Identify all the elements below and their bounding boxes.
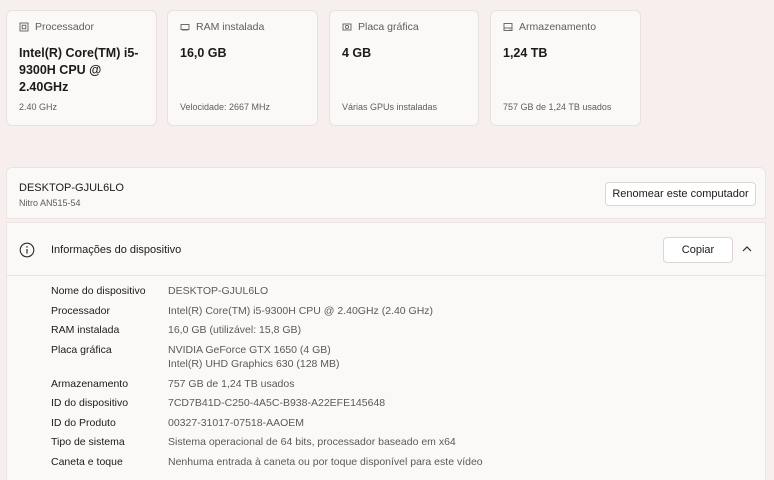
spec-key: RAM instalada <box>51 324 120 336</box>
device-name-bar: DESKTOP-GJUL6LO Nitro AN515-54 Renomear … <box>6 167 766 219</box>
spec-value: 00327-31017-07518-AAOEM <box>168 417 305 429</box>
device-info-header[interactable]: Informações do dispositivo Copiar <box>7 223 765 276</box>
storage-icon <box>503 23 513 31</box>
card-subtext: 757 GB de 1,24 TB usados <box>503 102 612 112</box>
device-info-title: Informações do dispositivo <box>51 244 182 256</box>
processor-card: Processador Intel(R) Core(TM) i5-9300H C… <box>6 10 157 126</box>
chevron-up-icon[interactable] <box>741 244 753 254</box>
spec-value: 7CD7B41D-C250-4A5C-B938-A22EFE145648 <box>168 397 386 409</box>
spec-key: ID do Produto <box>51 417 116 429</box>
card-subtext: 2.40 GHz <box>19 102 58 112</box>
ram-icon <box>180 24 190 31</box>
card-header: Armazenamento <box>503 21 628 33</box>
gpu-card: Placa gráfica 4 GB Várias GPUs instalada… <box>329 10 479 126</box>
card-value: 1,24 TB <box>503 46 548 60</box>
spec-value: 16,0 GB (utilizável: 15,8 GB) <box>168 324 302 336</box>
device-info-section: Informações do dispositivo Copiar Nome d… <box>6 222 766 480</box>
card-label: Armazenamento <box>519 21 597 33</box>
spec-value: Intel(R) UHD Graphics 630 (128 MB) <box>168 358 340 370</box>
ram-card: RAM instalada 16,0 GB Velocidade: 2667 M… <box>167 10 318 126</box>
spec-key: ID do dispositivo <box>51 397 129 409</box>
spec-key: Tipo de sistema <box>51 436 125 448</box>
card-label: Processador <box>35 21 94 33</box>
card-value: 4 GB <box>342 46 372 60</box>
device-model: Nitro AN515-54 <box>19 198 81 208</box>
storage-card: Armazenamento 1,24 TB 757 GB de 1,24 TB … <box>490 10 641 126</box>
spec-key: Caneta e toque <box>51 456 123 468</box>
spec-value: Intel(R) Core(TM) i5-9300H CPU @ 2.40GHz… <box>168 305 434 317</box>
rename-computer-button[interactable]: Renomear este computador <box>605 182 756 206</box>
card-header: Placa gráfica <box>342 21 466 33</box>
spec-key: Armazenamento <box>51 378 129 390</box>
card-subtext: Velocidade: 2667 MHz <box>180 102 271 112</box>
card-label: Placa gráfica <box>358 21 419 33</box>
card-header: RAM instalada <box>180 21 305 33</box>
card-value: 16,0 GB <box>180 46 227 60</box>
spec-value: Sistema operacional de 64 bits, processa… <box>168 436 456 448</box>
gpu-icon <box>342 23 352 31</box>
spec-key: Processador <box>51 305 110 317</box>
device-name: DESKTOP-GJUL6LO <box>19 182 124 194</box>
spec-value: DESKTOP-GJUL6LO <box>168 285 269 297</box>
spec-value: 757 GB de 1,24 TB usados <box>168 378 295 390</box>
info-icon <box>19 242 35 258</box>
spec-key: Placa gráfica <box>51 344 112 356</box>
card-value: Intel(R) Core(TM) i5-9300H CPU @ 2.40GHz <box>19 46 139 94</box>
card-header: Processador <box>19 21 144 33</box>
spec-key: Nome do dispositivo <box>51 285 146 297</box>
spec-value: NVIDIA GeForce GTX 1650 (4 GB) <box>168 344 331 356</box>
card-label: RAM instalada <box>196 21 265 33</box>
spec-value: Nenhuma entrada à caneta ou por toque di… <box>168 456 483 468</box>
copy-button[interactable]: Copiar <box>663 237 733 263</box>
processor-icon <box>19 22 29 32</box>
card-subtext: Várias GPUs instaladas <box>342 102 438 112</box>
